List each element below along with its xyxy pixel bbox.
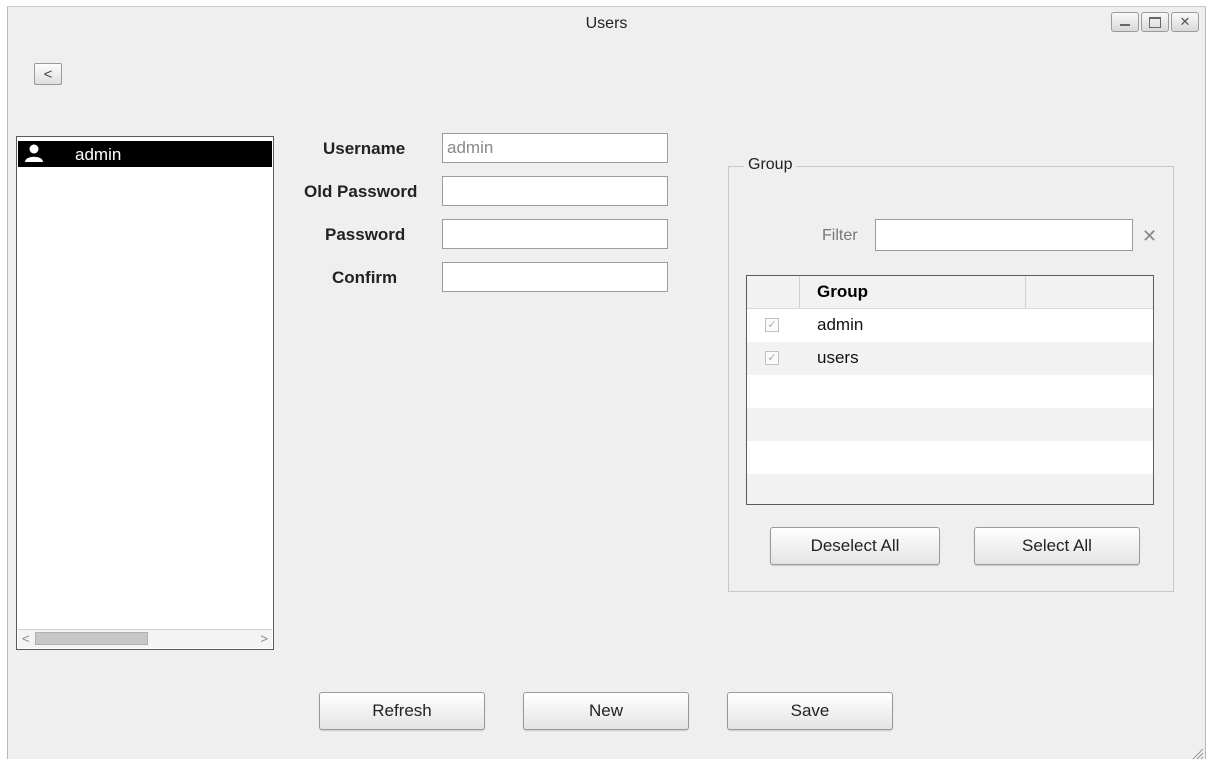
close-window-button[interactable]: ✕ xyxy=(1171,12,1199,32)
select-all-button[interactable]: Select All xyxy=(974,527,1140,565)
save-button[interactable]: Save xyxy=(727,692,893,730)
scroll-right-icon[interactable]: > xyxy=(260,630,268,648)
group-name: admin xyxy=(817,315,864,334)
group-table[interactable]: Group ✓ admin ✓ users xyxy=(746,275,1154,505)
new-button[interactable]: New xyxy=(523,692,689,730)
group-checkbox[interactable]: ✓ xyxy=(765,318,779,332)
empty-row xyxy=(747,441,1153,474)
empty-row xyxy=(747,375,1153,408)
user-list-item-label: admin xyxy=(75,145,122,164)
filter-input[interactable] xyxy=(875,219,1133,251)
minimize-icon xyxy=(1112,13,1138,31)
window-title: Users xyxy=(585,15,628,32)
clear-filter-icon[interactable]: ✕ xyxy=(1142,226,1157,247)
resize-grip-icon[interactable] xyxy=(1190,746,1204,760)
group-panel-title: Group xyxy=(744,156,797,174)
username-label: Username xyxy=(323,139,406,158)
filter-label: Filter xyxy=(822,227,858,244)
empty-row xyxy=(747,474,1153,504)
group-column-header[interactable]: Group xyxy=(817,282,868,302)
minimize-button[interactable] xyxy=(1111,12,1139,32)
scrollbar-thumb[interactable] xyxy=(35,632,148,645)
old-password-label: Old Password xyxy=(304,182,418,201)
confirm-password-field[interactable] xyxy=(442,262,668,292)
empty-row xyxy=(747,408,1153,441)
user-list-horizontal-scrollbar[interactable]: < > xyxy=(18,629,272,648)
back-button[interactable]: < xyxy=(34,63,62,85)
maximize-button[interactable] xyxy=(1141,12,1169,32)
old-password-field[interactable] xyxy=(442,176,668,206)
user-list[interactable]: admin < > xyxy=(16,136,274,650)
scroll-left-icon[interactable]: < xyxy=(22,630,30,648)
username-field[interactable] xyxy=(442,133,668,163)
maximize-icon xyxy=(1142,13,1168,31)
deselect-all-button[interactable]: Deselect All xyxy=(770,527,940,565)
table-row[interactable]: ✓ admin xyxy=(747,309,1153,342)
group-checkbox[interactable]: ✓ xyxy=(765,351,779,365)
group-name: users xyxy=(817,348,859,367)
close-icon: ✕ xyxy=(1179,14,1191,29)
user-list-item-admin[interactable]: admin xyxy=(18,141,272,167)
confirm-label: Confirm xyxy=(332,268,398,287)
group-table-header: Group xyxy=(747,276,1153,309)
password-field[interactable] xyxy=(442,219,668,249)
table-row[interactable]: ✓ users xyxy=(747,342,1153,375)
window-controls: ✕ xyxy=(1111,12,1199,32)
password-label: Password xyxy=(325,225,406,244)
refresh-button[interactable]: Refresh xyxy=(319,692,485,730)
user-icon xyxy=(25,144,43,162)
